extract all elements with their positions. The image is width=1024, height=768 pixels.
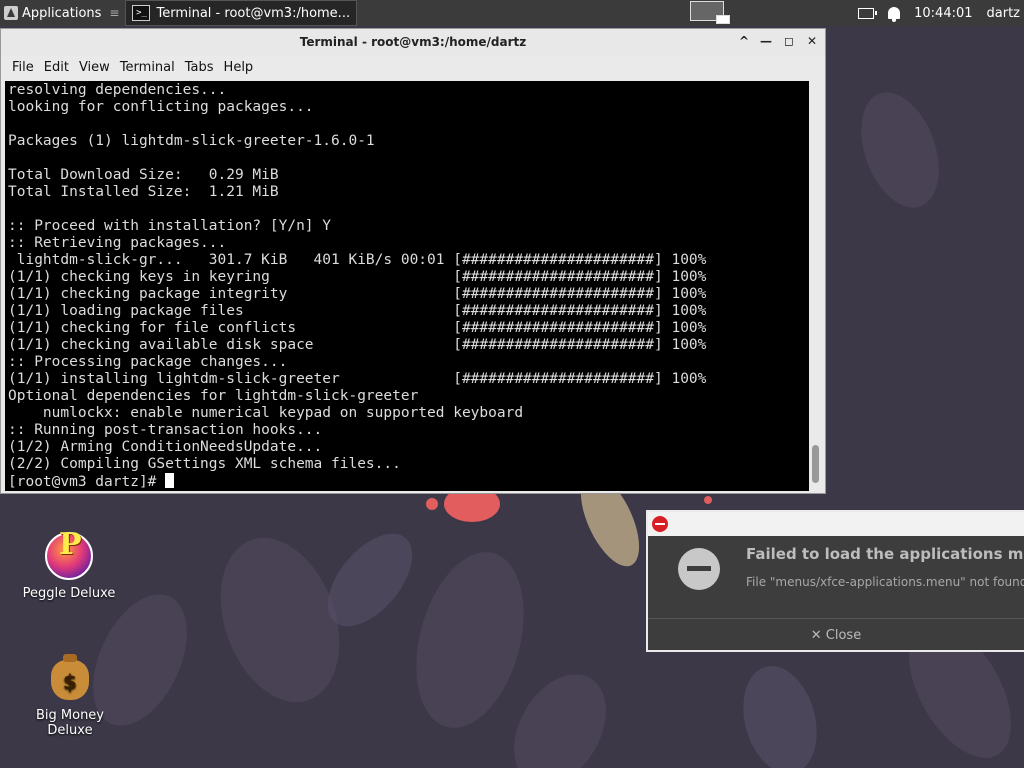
terminal-line: (1/1) checking for file conflicts [#####… (8, 320, 707, 336)
desktop-icon-label: Peggle Deluxe (22, 586, 116, 601)
menu-terminal[interactable]: Terminal (117, 60, 178, 75)
terminal-title: Terminal - root@vm3:/home/dartz (299, 35, 527, 49)
menu-tabs[interactable]: Tabs (182, 60, 217, 75)
terminal-line: Total Installed Size: 1.21 MiB (8, 184, 279, 200)
terminal-line: :: Running post-transaction hooks... (8, 422, 323, 438)
applications-label: Applications (22, 5, 102, 21)
notification-title: Failed to load the applications menu (746, 545, 1024, 563)
terminal-line: :: Retrieving packages... (8, 235, 227, 251)
user-menu[interactable]: dartz (987, 6, 1020, 21)
menu-view[interactable]: View (76, 60, 113, 75)
terminal-icon: >_ (132, 5, 151, 21)
terminal-line: :: Proceed with installation? [Y/n] Y (8, 218, 332, 234)
workspace-switcher[interactable] (690, 1, 730, 24)
workspace-window-preview (716, 15, 730, 24)
terminal-line: lightdm-slick-gr... 301.7 KiB 401 KiB/s … (8, 252, 707, 268)
battery-icon[interactable] (858, 7, 878, 19)
terminal-window: Terminal - root@vm3:/home/dartz ^ — ◻ ✕ … (0, 28, 826, 494)
dialog-error-icon (678, 548, 720, 590)
notification-message: File "menus/xfce-applications.menu" not … (746, 575, 1024, 589)
menu-edit[interactable]: Edit (41, 60, 72, 75)
scrollbar-thumb[interactable] (812, 445, 819, 483)
terminal-line: (1/1) checking package integrity [######… (8, 286, 707, 302)
panel-separator: ≡ (109, 6, 120, 20)
applications-menu-button[interactable]: Applications (0, 0, 105, 26)
terminal-output[interactable]: resolving dependencies... looking for con… (5, 81, 809, 491)
minimize-button[interactable]: — (759, 34, 773, 48)
applications-icon (4, 6, 18, 20)
notification-header (648, 512, 1024, 536)
terminal-scrollbar[interactable] (809, 81, 823, 491)
desktop-icon-peggle-deluxe[interactable]: Peggle Deluxe (14, 532, 124, 601)
terminal-menubar: File Edit View Terminal Tabs Help (1, 55, 825, 79)
money-bag-icon: $ (51, 654, 89, 700)
terminal-line: (1/1) checking available disk space [###… (8, 337, 707, 353)
terminal-cursor (165, 473, 175, 488)
clock[interactable]: 10:44:01 (914, 6, 972, 21)
terminal-line: Optional dependencies for lightdm-slick-… (8, 388, 419, 404)
error-notification: Failed to load the applications menu Fil… (646, 510, 1024, 652)
desktop-icon-label: Big Money Deluxe (35, 708, 104, 738)
terminal-line: Total Download Size: 0.29 MiB (8, 167, 279, 183)
terminal-line: (2/2) Compiling GSettings XML schema fil… (8, 456, 401, 472)
menu-file[interactable]: File (9, 60, 37, 75)
terminal-line: numlockx: enable numerical keypad on sup… (8, 405, 524, 421)
notification-close-button[interactable]: ✕ Close (648, 618, 1024, 653)
shell-prompt: [root@vm3 dartz]# (8, 474, 166, 490)
terminal-line: (1/1) checking keys in keyring [########… (8, 269, 707, 285)
top-panel: Applications ≡ >_ Terminal - root@vm3:/h… (0, 0, 1024, 26)
terminal-line: Packages (1) lightdm-slick-greeter-1.6.0… (8, 133, 375, 149)
terminal-line: looking for conflicting packages... (8, 99, 314, 115)
terminal-titlebar[interactable]: Terminal - root@vm3:/home/dartz ^ — ◻ ✕ (1, 29, 825, 55)
terminal-line: (1/2) Arming ConditionNeedsUpdate... (8, 439, 323, 455)
taskbar-terminal-button[interactable]: >_ Terminal - root@vm3:/home... (125, 0, 358, 26)
notification-bell-icon[interactable] (888, 7, 901, 22)
maximize-button[interactable]: ◻ (782, 34, 796, 48)
terminal-line: resolving dependencies... (8, 82, 227, 98)
menu-help[interactable]: Help (221, 60, 257, 75)
terminal-line: :: Processing package changes... (8, 354, 288, 370)
peggle-icon (45, 532, 93, 580)
terminal-line: (1/1) loading package files [###########… (8, 303, 707, 319)
shade-button[interactable]: ^ (737, 34, 751, 48)
terminal-prompt-line[interactable]: [root@vm3 dartz]# (8, 473, 809, 490)
taskbar-terminal-label: Terminal - root@vm3:/home... (156, 5, 351, 21)
close-button[interactable]: ✕ (805, 34, 819, 48)
terminal-line: (1/1) installing lightdm-slick-greeter [… (8, 371, 707, 387)
desktop-icon-big-money-deluxe[interactable]: $ Big Money Deluxe (14, 654, 126, 738)
error-stop-icon (652, 516, 668, 532)
